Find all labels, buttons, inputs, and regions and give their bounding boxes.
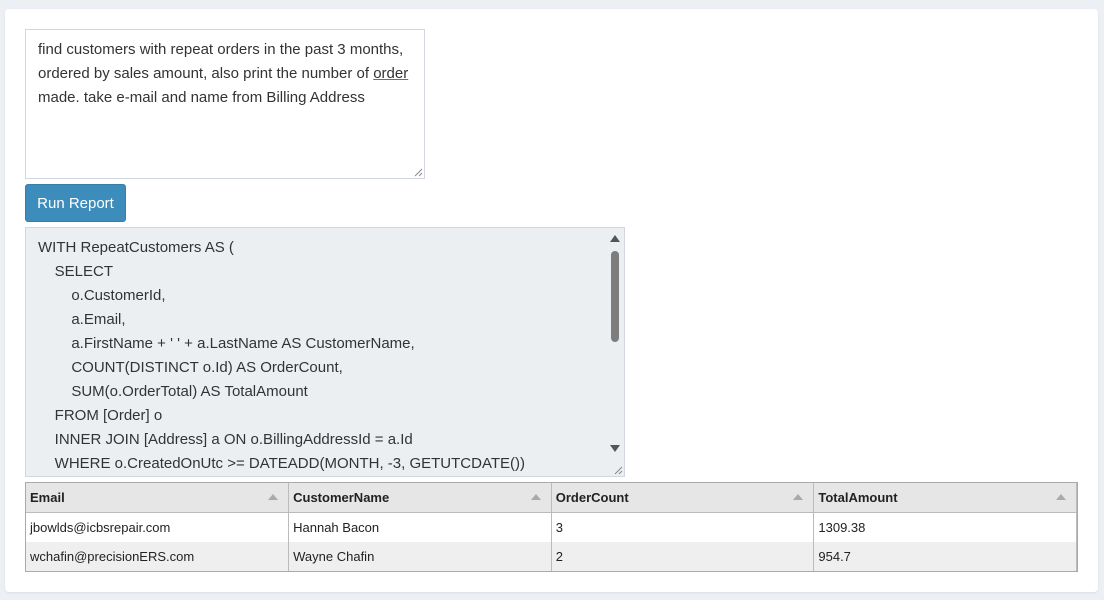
sql-line: a.FirstName + ' ' + a.LastName AS Custom… — [38, 335, 415, 352]
resize-grip-icon[interactable] — [614, 466, 623, 475]
table-cell: Hannah Bacon — [288, 512, 552, 542]
table-cell: jbowlds@icbsrepair.com — [26, 512, 290, 542]
sql-line: a.Email, — [38, 311, 126, 328]
sql-output-textarea[interactable]: WITH RepeatCustomers AS ( SELECT o.Custo… — [25, 227, 625, 477]
table-cell: Wayne Chafin — [288, 542, 552, 571]
sql-line: SUM(o.OrderTotal) AS TotalAmount — [38, 383, 308, 400]
table-cell: 3 — [551, 512, 815, 542]
scroll-thumb[interactable] — [611, 251, 619, 342]
spellcheck-word: order — [373, 65, 409, 82]
sort-ascending-icon[interactable] — [793, 494, 804, 500]
column-header-ordercount[interactable]: OrderCount — [551, 483, 815, 513]
sort-ascending-icon[interactable] — [1056, 494, 1066, 500]
sql-line: SELECT — [38, 263, 114, 280]
table-cell: 954.7 — [813, 542, 1077, 571]
prompt-line-2: ordered by sales amount, also print the … — [38, 65, 374, 82]
table-cell: 1309.38 — [813, 512, 1077, 542]
sql-line: INNER JOIN [Address] a ON o.BillingAddre… — [38, 431, 413, 448]
scroll-up-arrow-icon[interactable] — [610, 235, 620, 242]
table-row[interactable]: wchafin@precisionERS.com Wayne Chafin 2 954… — [26, 542, 1077, 571]
table-cell: wchafin@precisionERS.com — [26, 542, 290, 571]
table-row[interactable]: jbowlds@icbsrepair.com Hannah Bacon 3 1309.… — [26, 512, 1077, 542]
table-cell: 2 — [551, 542, 815, 571]
sort-ascending-icon[interactable] — [530, 494, 541, 500]
scroll-down-arrow-icon[interactable] — [610, 445, 620, 452]
sql-code: WITH RepeatCustomers AS ( SELECT o.Custo… — [38, 236, 604, 476]
run-report-button[interactable]: Run Report — [25, 184, 126, 222]
sql-scrollbar[interactable] — [607, 228, 624, 476]
column-header-customername[interactable]: CustomerName — [288, 483, 552, 513]
sql-line: o.CustomerId, — [38, 287, 166, 304]
sql-line: COUNT(DISTINCT o.Id) AS OrderCount, — [38, 359, 343, 376]
column-header-email[interactable]: Email — [26, 483, 290, 513]
resize-grip-icon[interactable] — [414, 168, 423, 177]
prompt-line-3: made. take e-mail and name from Billing … — [38, 89, 365, 106]
prompt-textarea[interactable]: find customers with repeat orders in the… — [25, 29, 425, 179]
column-header-label: CustomerName — [293, 490, 390, 505]
prompt-line-1: find customers with repeat orders in the… — [38, 41, 404, 58]
column-header-label: OrderCount — [555, 490, 629, 505]
sql-line: FROM [Order] o — [38, 407, 163, 424]
column-header-label: TotalAmount — [818, 490, 898, 505]
results-grid: Email CustomerName OrderCount TotalAmount j… — [25, 482, 1078, 572]
sql-line: WITH RepeatCustomers AS ( — [38, 239, 234, 256]
sql-line: WHERE o.CreatedOnUtc >= DATEADD(MONTH, -… — [38, 455, 526, 472]
column-header-label: Email — [30, 490, 65, 505]
column-header-totalamount[interactable]: TotalAmount — [813, 483, 1077, 513]
sort-ascending-icon[interactable] — [268, 494, 279, 500]
